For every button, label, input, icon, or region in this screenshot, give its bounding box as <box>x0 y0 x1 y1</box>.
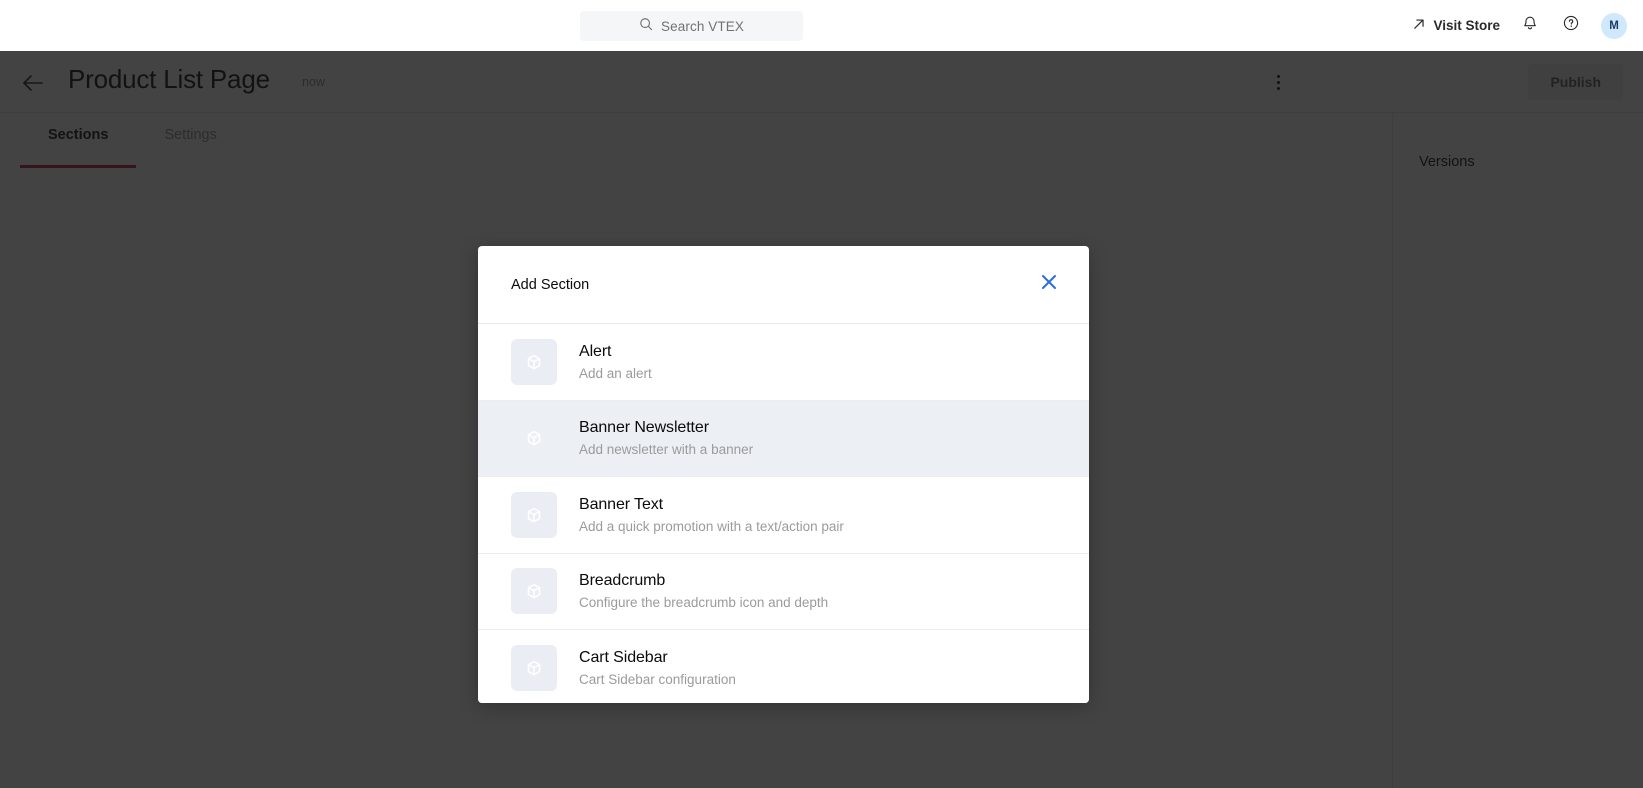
list-item-name: Cart Sidebar <box>579 648 668 666</box>
list-item-name: Alert <box>579 342 612 360</box>
search-icon <box>639 17 653 36</box>
list-item-text: Banner Newsletter Add newsletter with a … <box>579 419 753 457</box>
admin-app: Search VTEX Visit Store M Add Section Al… <box>0 0 1643 788</box>
list-item-description: Add a quick promotion with a text/action… <box>579 518 844 534</box>
search-placeholder: Search VTEX <box>661 18 744 34</box>
list-item[interactable]: Banner Newsletter Add newsletter with a … <box>478 400 1089 477</box>
list-item-name: Breadcrumb <box>579 572 666 590</box>
close-x-icon <box>1038 271 1060 298</box>
list-item-name: Banner Newsletter <box>579 419 709 437</box>
search-input[interactable]: Search VTEX <box>580 11 803 41</box>
add-section-modal: Add Section Alert Add an alert Banner Ne… <box>478 246 1089 703</box>
avatar[interactable]: M <box>1601 12 1627 39</box>
visit-store-button[interactable]: Visit Store <box>1412 17 1500 34</box>
list-item-description: Add an alert <box>579 365 652 381</box>
modal-title: Add Section <box>511 276 590 293</box>
notifications-button[interactable] <box>1519 15 1541 37</box>
cube-icon <box>511 568 557 615</box>
list-item-text: Banner Text Add a quick promotion with a… <box>579 496 844 534</box>
bell-icon <box>1521 14 1539 37</box>
list-item-text: Alert Add an alert <box>579 343 652 381</box>
cube-icon <box>511 415 557 461</box>
visit-store-label: Visit Store <box>1433 18 1500 33</box>
admin-topbar: Search VTEX Visit Store M <box>0 0 1643 51</box>
cube-icon <box>511 338 557 385</box>
cube-icon <box>511 491 557 538</box>
cube-icon <box>511 644 557 691</box>
external-link-arrow-icon <box>1412 17 1426 34</box>
modal-header: Add Section <box>478 246 1089 323</box>
list-item-name: Banner Text <box>579 495 663 513</box>
list-item-text: Breadcrumb Configure the breadcrumb icon… <box>579 572 828 610</box>
help-button[interactable] <box>1560 15 1582 37</box>
close-button[interactable] <box>1035 271 1063 299</box>
question-circle-icon <box>1562 14 1580 37</box>
list-item-description: Add newsletter with a banner <box>579 442 754 458</box>
list-item[interactable]: Breadcrumb Configure the breadcrumb icon… <box>478 553 1089 630</box>
list-item[interactable]: Banner Text Add a quick promotion with a… <box>478 477 1089 554</box>
topbar-actions: Visit Store M <box>1412 0 1627 51</box>
list-item-description: Cart Sidebar configuration <box>579 671 736 687</box>
list-item[interactable]: Cart Sidebar Cart Sidebar configuration <box>478 630 1089 703</box>
list-item[interactable]: Alert Add an alert <box>478 324 1089 401</box>
section-list[interactable]: Alert Add an alert Banner Newsletter Add… <box>478 323 1089 703</box>
list-item-text: Cart Sidebar Cart Sidebar configuration <box>579 649 736 687</box>
list-item-description: Configure the breadcrumb icon and depth <box>579 595 829 611</box>
